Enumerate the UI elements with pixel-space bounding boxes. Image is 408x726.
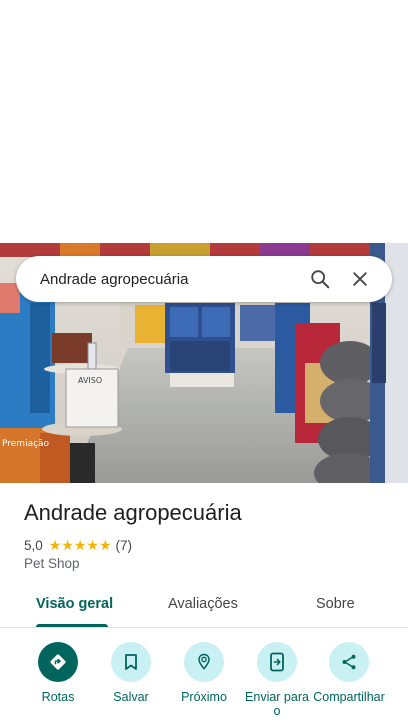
nearby-button[interactable]: Próximo (164, 642, 244, 704)
search-bar[interactable]: Andrade agropecuária (16, 256, 392, 302)
aviso-sign-text: AVISO (78, 376, 102, 385)
share-label: Compartilhar (313, 690, 385, 704)
rating-value: 5,0 (24, 537, 43, 553)
search-icon[interactable] (300, 259, 340, 299)
place-title: Andrade agropecuária (24, 500, 242, 525)
map-area-blank (0, 0, 408, 243)
tab-about[interactable]: Sobre (316, 596, 355, 612)
share-icon (329, 642, 369, 682)
send-to-phone-button[interactable]: Enviar para o (237, 642, 317, 718)
tab-reviews[interactable]: Avaliações (168, 596, 238, 612)
search-input[interactable]: Andrade agropecuária (40, 271, 300, 288)
nearby-label: Próximo (181, 690, 227, 704)
rating-row[interactable]: 5,0 ★★★★★ (7) (24, 536, 132, 554)
active-tab-indicator (36, 624, 108, 627)
share-button[interactable]: Compartilhar (309, 642, 389, 704)
bookmark-icon (111, 642, 151, 682)
place-category[interactable]: Pet Shop (24, 556, 80, 571)
send-to-phone-icon (257, 642, 297, 682)
review-count[interactable]: (7) (116, 538, 133, 553)
star-rating-icon: ★★★★★ (48, 536, 112, 553)
action-buttons: Rotas Salvar Próximo Enviar para o Compa… (0, 628, 408, 726)
save-button[interactable]: Salvar (91, 642, 171, 704)
directions-label: Rotas (41, 690, 75, 704)
send-to-phone-label: Enviar para o (245, 690, 309, 718)
place-tabs: Visão geral Avaliações Sobre (0, 585, 408, 628)
nearby-icon (184, 642, 224, 682)
box-label: Premiação (2, 439, 50, 449)
save-label: Salvar (113, 690, 149, 704)
directions-icon (38, 642, 78, 682)
close-icon[interactable] (340, 259, 380, 299)
directions-button[interactable]: Rotas (18, 642, 98, 704)
tab-overview[interactable]: Visão geral (36, 596, 113, 612)
